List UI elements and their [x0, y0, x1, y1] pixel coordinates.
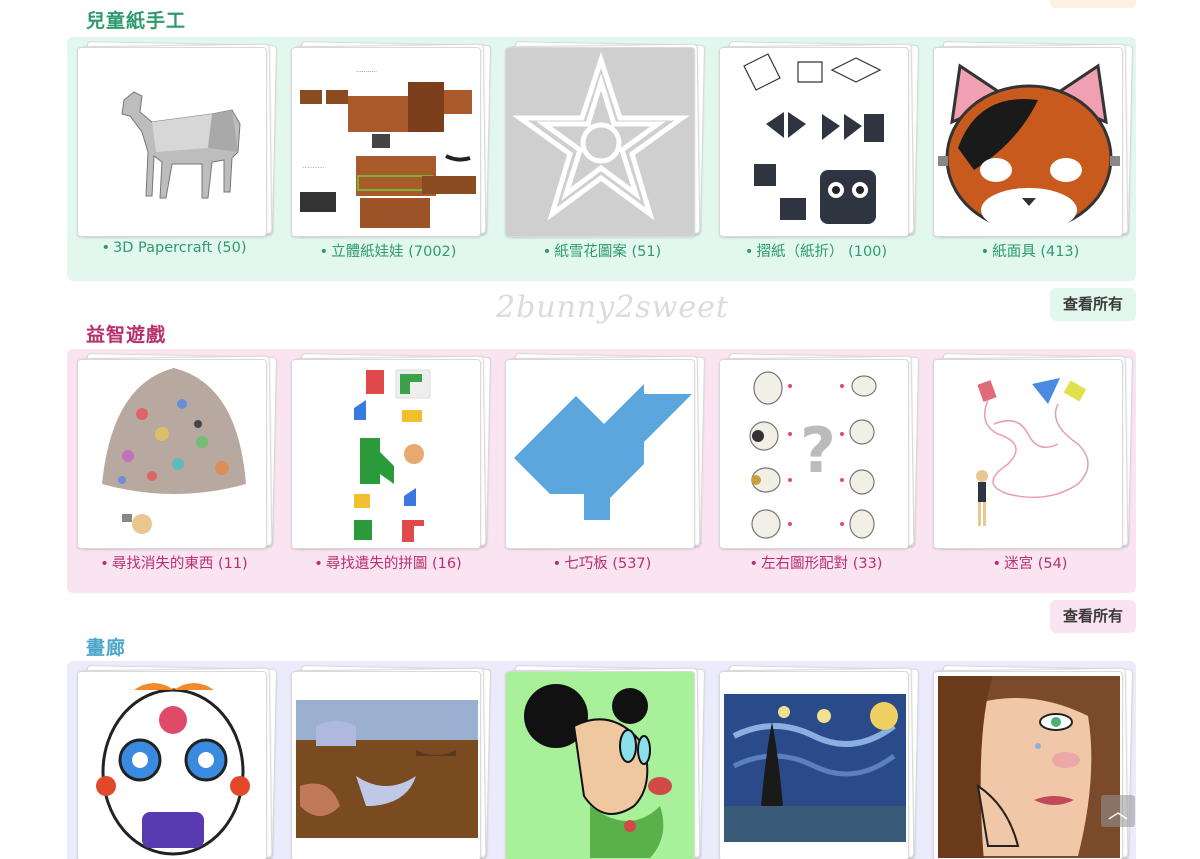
svg-text:?: ? [800, 414, 836, 487]
view-all-puzzles-button[interactable]: 查看所有 [1050, 600, 1136, 633]
svg-text:.........: ......... [302, 161, 325, 170]
section-band-puzzles: • 尋找消失的東西 (11) • 尋找遺失的拼圖 (16) • 七巧板 (537… [67, 349, 1136, 593]
mouse-character-artwork [510, 676, 692, 858]
origami-steps-thumbnail [743, 53, 884, 224]
svg-text:...........: ........... [356, 67, 377, 74]
card-origami[interactable] [719, 41, 919, 241]
section-title-puzzles: 益智遊戲 [86, 324, 167, 346]
card-shape-matching[interactable]: ? [719, 353, 919, 553]
card-find-missing-items[interactable] [77, 353, 277, 553]
tangram-shape-thumbnail [514, 384, 692, 520]
sheep-matching-thumbnail: ? [749, 371, 877, 539]
scroll-to-top-button[interactable]: ︿ [1101, 795, 1135, 827]
card-3d-papercraft[interactable] [77, 41, 277, 241]
melting-clocks-artwork [296, 700, 478, 838]
card-gallery-crying-girl[interactable] [933, 665, 1133, 859]
caption-find-missing-items[interactable]: • 尋找消失的東西 (11) [67, 552, 281, 573]
caption-3d-papercraft[interactable]: • 3D Papercraft (50) [67, 240, 281, 256]
card-gallery-sugar-skull[interactable] [77, 665, 277, 859]
previous-section-button-stub [1050, 0, 1136, 8]
card-gallery-mouse-character[interactable] [505, 665, 705, 859]
cat-mask-thumbnail [938, 63, 1120, 232]
caption-paper-snowflake[interactable]: • 紙雪花圖案 (51) [495, 240, 709, 261]
section-band-gallery [67, 661, 1136, 859]
card-maze[interactable] [933, 353, 1133, 553]
caption-maze[interactable]: • 迷宮 (54) [923, 552, 1137, 573]
section-title-paper-crafts: 兒童紙手工 [86, 10, 187, 32]
card-tangram[interactable] [505, 353, 705, 553]
caption-paper-doll[interactable]: • 立體紙娃娃 (7002) [281, 240, 495, 261]
starry-night-artwork [724, 694, 906, 842]
card-paper-doll[interactable]: ......... ........... [291, 41, 491, 241]
paper-doll-template-thumbnail: ......... ........... [300, 67, 476, 228]
puzzle-pieces-thumbnail [354, 369, 431, 542]
card-gallery-melting-clocks[interactable] [291, 665, 491, 859]
card-paper-snowflake[interactable] [505, 41, 705, 241]
card-paper-mask[interactable] [933, 41, 1133, 241]
caption-find-missing-pieces[interactable]: • 尋找遺失的拼圖 (16) [281, 552, 495, 573]
caption-shape-matching[interactable]: • 左右圖形配對 (33) [709, 552, 923, 573]
snowflake-pattern-thumbnail [510, 52, 692, 234]
view-all-paper-crafts-button[interactable]: 查看所有 [1050, 288, 1136, 321]
section-title-gallery: 畫廊 [86, 637, 127, 659]
object-pile-thumbnail [102, 368, 246, 534]
card-gallery-starry-night[interactable] [719, 665, 919, 859]
caption-tangram[interactable]: • 七巧板 (537) [495, 552, 709, 573]
sugar-skull-artwork [96, 683, 250, 856]
site-watermark: 2bunny2sweet [496, 290, 729, 325]
chevron-up-icon: ︿ [1108, 799, 1128, 823]
horse-papercraft-thumbnail [121, 91, 241, 199]
caption-paper-mask[interactable]: • 紙面具 (413) [923, 240, 1137, 261]
card-find-missing-pieces[interactable] [291, 353, 491, 553]
crying-girl-artwork [938, 676, 1120, 858]
maze-thumbnail [976, 378, 1089, 526]
caption-origami[interactable]: • 摺紙（紙折） (100) [709, 240, 923, 261]
section-band-paper-crafts: • 3D Papercraft (50) ......... ..........… [67, 37, 1136, 281]
